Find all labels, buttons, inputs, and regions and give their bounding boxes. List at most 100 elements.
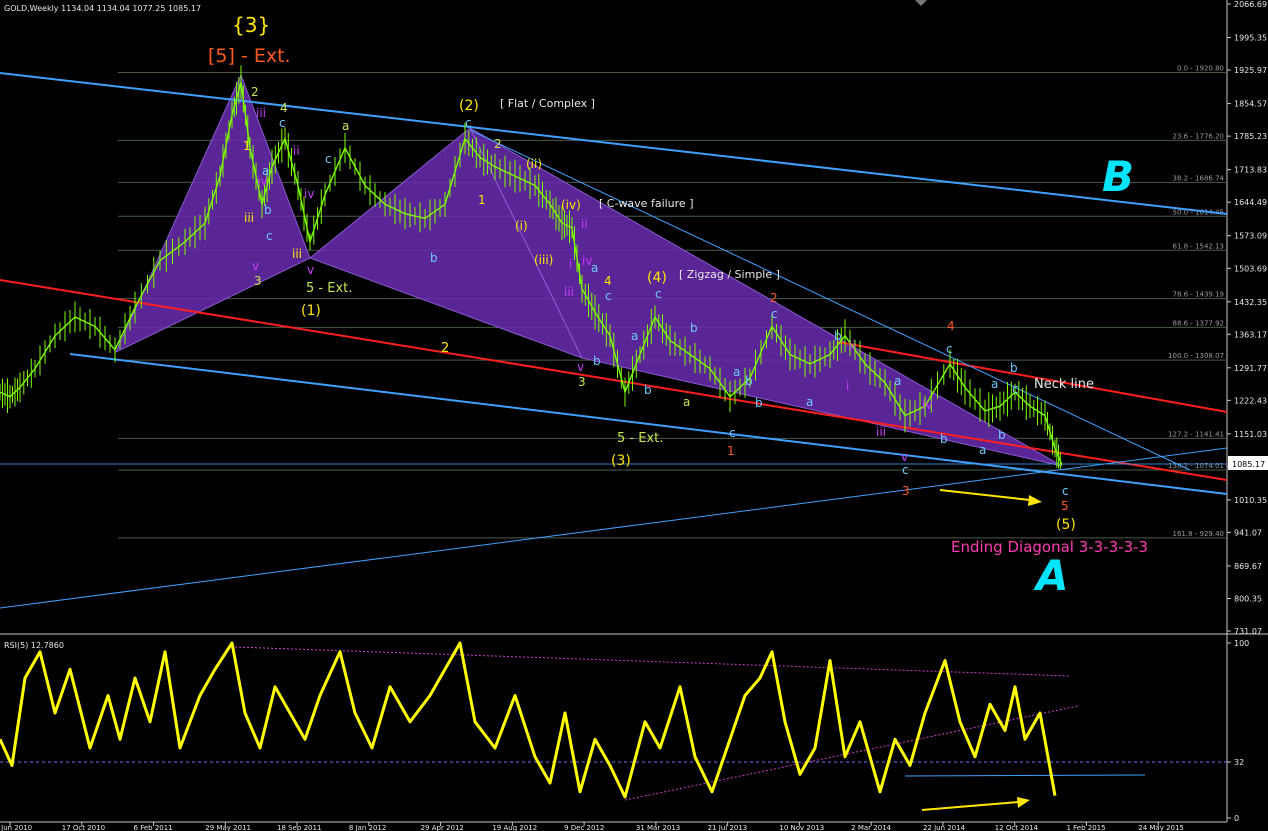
svg-text:(i): (i) — [515, 219, 528, 233]
price-tick-label: 1713.83 — [1234, 166, 1267, 175]
svg-text:c: c — [605, 289, 612, 303]
price-tick-label: 941.07 — [1234, 528, 1262, 537]
svg-text:c: c — [729, 426, 736, 440]
label-wave-2: (2) — [459, 98, 479, 114]
svg-text:c: c — [902, 463, 909, 477]
svg-text:1: 1 — [243, 139, 251, 153]
svg-text:v: v — [901, 450, 908, 464]
label-B: B — [1102, 152, 1134, 201]
svg-text:c: c — [655, 287, 662, 301]
price-tick-label: 1363.17 — [1234, 330, 1267, 339]
svg-text:a: a — [806, 395, 813, 409]
svg-text:iii: iii — [564, 285, 574, 299]
time-tick-label: 29 Apr 2012 — [421, 824, 464, 831]
svg-text:i: i — [846, 379, 849, 393]
gold-weekly-chart: GOLD,Weekly 1134.04 1134.04 1077.25 1085… — [0, 0, 1268, 831]
time-tick-label: 9 Dec 2012 — [564, 824, 604, 831]
time-tick-label: 18 Sep 2011 — [277, 824, 321, 831]
fib-level-label: 61.8 - 1542.13 — [1172, 242, 1224, 250]
svg-text:2: 2 — [494, 137, 502, 151]
time-tick-label: 29 May 2011 — [205, 824, 251, 831]
svg-text:4: 4 — [280, 101, 288, 115]
svg-text:iii: iii — [876, 425, 886, 439]
label-flat-complex: [ Flat / Complex ] — [500, 97, 595, 110]
price-tick-label: 1854.57 — [1234, 100, 1267, 109]
time-tick-label: 2 Mar 2014 — [851, 824, 891, 831]
svg-text:a: a — [591, 261, 598, 275]
label-mid-2: 2 — [441, 341, 449, 356]
label-A: A — [1033, 551, 1069, 600]
svg-text:(iv): (iv) — [561, 198, 581, 212]
svg-text:ii: ii — [293, 144, 300, 158]
svg-text:a: a — [631, 329, 638, 343]
svg-text:iii: iii — [292, 247, 302, 261]
time-tick-label: 17 Jun 2010 — [0, 824, 32, 831]
price-tick-label: 1644.49 — [1234, 198, 1267, 207]
label-c-wave-failure: [ C-wave failure ] — [599, 197, 693, 210]
svg-text:b: b — [430, 251, 438, 265]
price-tick-label: 1432.35 — [1234, 298, 1267, 307]
price-tick-label: 1995.35 — [1234, 33, 1267, 42]
svg-text:a: a — [991, 377, 998, 391]
svg-text:a: a — [733, 365, 740, 379]
symbol-header: GOLD,Weekly 1134.04 1134.04 1077.25 1085… — [4, 4, 201, 13]
time-tick-label: 19 Aug 2012 — [492, 824, 537, 831]
svg-text:2: 2 — [770, 291, 778, 305]
label-wave-4: (4) — [647, 270, 667, 286]
fib-level-label: 100.0 - 1308.07 — [1168, 352, 1224, 360]
fib-level-label: 0.0 - 1920.80 — [1177, 64, 1224, 72]
price-tick-label: 1151.03 — [1234, 430, 1267, 439]
svg-text:iii: iii — [244, 211, 254, 225]
svg-text:3: 3 — [254, 274, 262, 288]
label-neck-line: Neck line — [1034, 377, 1094, 392]
time-tick-label: 24 May 2015 — [1138, 824, 1184, 831]
svg-text:b: b — [264, 203, 272, 217]
svg-text:c: c — [325, 152, 332, 166]
time-tick-label: 17 Oct 2010 — [62, 824, 105, 831]
chart-background — [0, 0, 1268, 831]
rsi-label: RSI(5) 12.7860 — [4, 641, 64, 650]
svg-text:1: 1 — [727, 444, 735, 458]
time-tick-label: 12 Oct 2014 — [995, 824, 1039, 831]
price-tick-label: 731.07 — [1234, 627, 1262, 636]
svg-text:b: b — [755, 396, 763, 410]
svg-text:ii: ii — [849, 339, 856, 353]
price-tick-label: 869.67 — [1234, 562, 1262, 571]
price-tick-label: 1291.77 — [1234, 364, 1267, 373]
time-tick-label: 31 Mar 2013 — [636, 824, 680, 831]
svg-text:3: 3 — [578, 375, 586, 389]
svg-text:c: c — [771, 307, 778, 321]
svg-text:c: c — [465, 116, 472, 130]
svg-text:a: a — [979, 443, 986, 457]
fib-level-label: 127.2 - 1141.41 — [1168, 430, 1224, 438]
price-tick-label: 1503.69 — [1234, 264, 1267, 273]
time-tick-label: 21 Jul 2013 — [708, 824, 748, 831]
label-wave-1: (1) — [301, 303, 321, 319]
time-tick-label: 1 Feb 2015 — [1066, 824, 1105, 831]
svg-text:c: c — [266, 229, 273, 243]
svg-text:1: 1 — [478, 193, 486, 207]
svg-text:iii: iii — [256, 106, 266, 120]
label-wave-5: (5) — [1056, 517, 1076, 533]
svg-text:b: b — [1010, 361, 1018, 375]
svg-text:b: b — [644, 383, 652, 397]
svg-text:v: v — [252, 259, 259, 273]
current-price-label: 1085.17 — [1232, 460, 1265, 469]
rsi-tick-label: 0 — [1234, 814, 1239, 823]
svg-text:3: 3 — [902, 484, 910, 498]
svg-text:b: b — [593, 354, 601, 368]
svg-text:b: b — [690, 321, 698, 335]
price-tick-label: 1785.23 — [1234, 132, 1267, 141]
time-tick-label: 6 Feb 2011 — [134, 824, 173, 831]
svg-text:b: b — [940, 432, 948, 446]
label-wave-3: (3) — [611, 453, 631, 469]
fib-level-label: 23.6 - 1776.20 — [1172, 132, 1224, 140]
svg-text:a: a — [342, 119, 349, 133]
svg-text:c: c — [279, 116, 286, 130]
svg-text:2: 2 — [251, 85, 259, 99]
label-zigzag-simple: [ Zigzag / Simple ] — [679, 268, 780, 281]
svg-text:b: b — [998, 428, 1006, 442]
label-wave-3-major: {3} — [232, 13, 270, 37]
svg-text:v: v — [577, 360, 584, 374]
time-tick-label: 8 Jan 2012 — [349, 824, 387, 831]
